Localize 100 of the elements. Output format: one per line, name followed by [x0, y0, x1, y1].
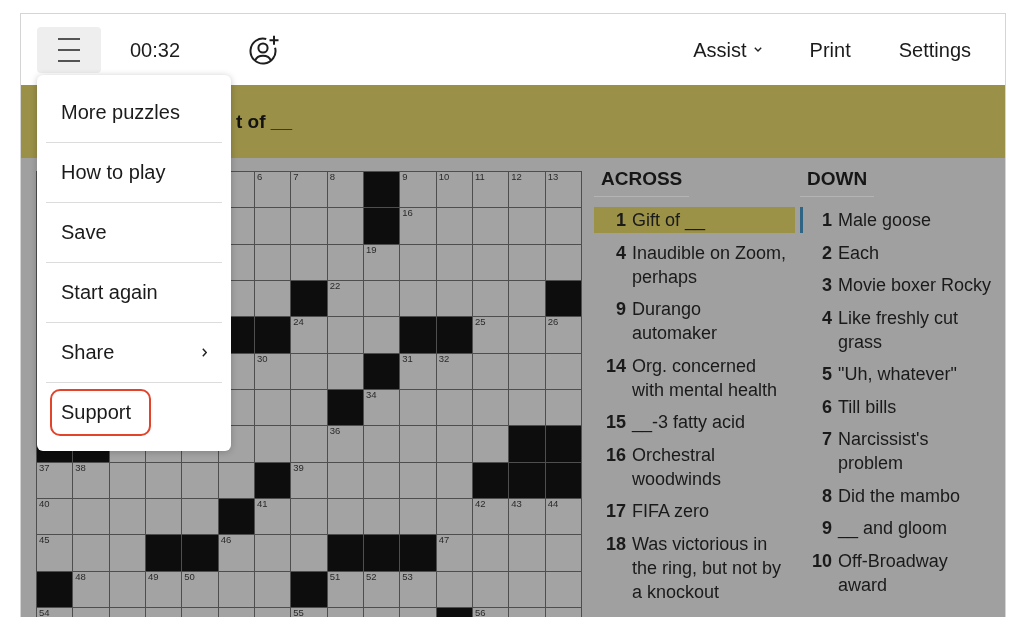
crossword-cell[interactable]: 9 — [400, 172, 436, 208]
crossword-cell[interactable]: 38 — [73, 462, 109, 498]
toolbar-button[interactable]: Print — [809, 37, 851, 62]
toolbar-button[interactable]: Assist — [693, 37, 762, 62]
crossword-cell[interactable] — [400, 426, 436, 462]
crossword-cell[interactable]: 53 — [400, 571, 436, 607]
clue-item[interactable]: 10 Off-Broadway award — [800, 547, 1005, 598]
crossword-cell[interactable]: 6 — [255, 172, 291, 208]
crossword-cell[interactable] — [255, 281, 291, 317]
crossword-cell[interactable]: 42 — [473, 498, 509, 535]
crossword-cell[interactable] — [255, 208, 291, 244]
crossword-cell[interactable] — [291, 353, 327, 389]
crossword-cell[interactable] — [400, 389, 436, 426]
crossword-cell[interactable]: 47 — [436, 535, 472, 571]
crossword-cell[interactable]: 39 — [291, 462, 327, 498]
crossword-cell[interactable] — [509, 281, 545, 317]
crossword-cell[interactable]: 54 — [37, 607, 73, 617]
add-user-icon[interactable] — [249, 34, 280, 65]
crossword-cell[interactable]: 31 — [400, 353, 436, 389]
crossword-cell[interactable] — [182, 462, 218, 498]
clue-item[interactable]: 9 Durango automaker — [594, 296, 795, 346]
crossword-cell[interactable] — [400, 607, 436, 617]
menu-item[interactable]: More puzzles — [46, 83, 222, 142]
crossword-cell[interactable] — [73, 498, 109, 535]
crossword-cell[interactable] — [473, 208, 509, 244]
crossword-cell[interactable]: 22 — [327, 281, 363, 317]
crossword-cell[interactable] — [436, 281, 472, 317]
crossword-cell[interactable] — [509, 535, 545, 571]
crossword-cell[interactable] — [436, 571, 472, 607]
clue-item[interactable]: 9 __ and gloom — [800, 515, 1005, 541]
clue-item[interactable]: 15 __-3 fatty acid — [594, 409, 795, 435]
crossword-cell[interactable] — [436, 208, 472, 244]
crossword-cell[interactable]: 25 — [473, 317, 509, 353]
crossword-cell[interactable]: 32 — [436, 353, 472, 389]
crossword-cell[interactable] — [509, 317, 545, 353]
crossword-cell[interactable] — [473, 389, 509, 426]
clue-item[interactable]: 1 Male goose — [800, 207, 1005, 233]
menu-button[interactable] — [37, 26, 101, 73]
crossword-cell[interactable] — [545, 535, 581, 571]
crossword-cell[interactable]: 12 — [509, 172, 545, 208]
crossword-cell[interactable] — [473, 426, 509, 462]
crossword-cell[interactable]: 46 — [218, 535, 254, 571]
crossword-cell[interactable]: 30 — [255, 353, 291, 389]
crossword-cell[interactable] — [473, 535, 509, 571]
crossword-cell[interactable] — [218, 571, 254, 607]
crossword-cell[interactable] — [509, 571, 545, 607]
crossword-cell[interactable] — [291, 244, 327, 280]
crossword-cell[interactable] — [509, 607, 545, 617]
clue-item[interactable]: 4 Like freshly cut grass — [800, 304, 1005, 355]
clue-item[interactable]: 14 Org. concerned with mental health — [594, 352, 795, 403]
clue-item[interactable]: 4 Inaudible on Zoom, perhaps — [594, 239, 795, 290]
crossword-cell[interactable] — [109, 535, 145, 571]
crossword-cell[interactable] — [327, 462, 363, 498]
crossword-cell[interactable]: 44 — [545, 498, 581, 535]
menu-item[interactable]: Share — [46, 323, 222, 382]
crossword-cell[interactable] — [436, 244, 472, 280]
crossword-cell[interactable] — [473, 281, 509, 317]
crossword-cell[interactable] — [255, 607, 291, 617]
crossword-cell[interactable] — [473, 244, 509, 280]
crossword-cell[interactable]: 45 — [37, 535, 73, 571]
crossword-cell[interactable] — [327, 208, 363, 244]
crossword-cell[interactable] — [545, 353, 581, 389]
crossword-cell[interactable] — [146, 498, 182, 535]
clue-item[interactable]: 5 "Uh, whatever" — [800, 361, 1005, 387]
clue-item[interactable]: 7 Narcissist's problem — [800, 426, 1005, 476]
crossword-cell[interactable] — [218, 607, 254, 617]
crossword-cell[interactable] — [436, 389, 472, 426]
crossword-cell[interactable] — [73, 535, 109, 571]
toolbar-button[interactable]: Settings — [898, 37, 971, 62]
crossword-cell[interactable]: 8 — [327, 172, 363, 208]
crossword-cell[interactable] — [509, 244, 545, 280]
crossword-cell[interactable]: 37 — [37, 462, 73, 498]
clue-item[interactable]: 8 Did the mambo — [800, 482, 1005, 509]
crossword-cell[interactable] — [182, 498, 218, 535]
crossword-cell[interactable]: 55 — [291, 607, 327, 617]
crossword-cell[interactable] — [400, 462, 436, 498]
clue-item[interactable]: 3 Movie boxer Rocky — [800, 272, 1005, 298]
crossword-cell[interactable] — [545, 607, 581, 617]
crossword-cell[interactable]: 19 — [364, 244, 400, 280]
crossword-cell[interactable] — [545, 244, 581, 280]
crossword-cell[interactable] — [473, 571, 509, 607]
crossword-cell[interactable]: 26 — [545, 317, 581, 353]
clue-item[interactable]: 1 Gift of __ — [594, 207, 795, 233]
crossword-cell[interactable] — [436, 462, 472, 498]
crossword-cell[interactable] — [400, 281, 436, 317]
crossword-cell[interactable]: 56 — [473, 607, 509, 617]
crossword-cell[interactable] — [545, 389, 581, 426]
crossword-cell[interactable]: 13 — [545, 172, 581, 208]
crossword-cell[interactable] — [545, 208, 581, 244]
crossword-cell[interactable] — [364, 426, 400, 462]
crossword-cell[interactable] — [182, 607, 218, 617]
crossword-cell[interactable] — [327, 317, 363, 353]
crossword-cell[interactable] — [291, 535, 327, 571]
crossword-cell[interactable]: 51 — [327, 571, 363, 607]
crossword-cell[interactable] — [364, 462, 400, 498]
crossword-cell[interactable]: 50 — [182, 571, 218, 607]
menu-item[interactable]: Save — [46, 203, 222, 262]
crossword-cell[interactable]: 40 — [37, 498, 73, 535]
crossword-cell[interactable] — [364, 607, 400, 617]
crossword-cell[interactable] — [255, 571, 291, 607]
